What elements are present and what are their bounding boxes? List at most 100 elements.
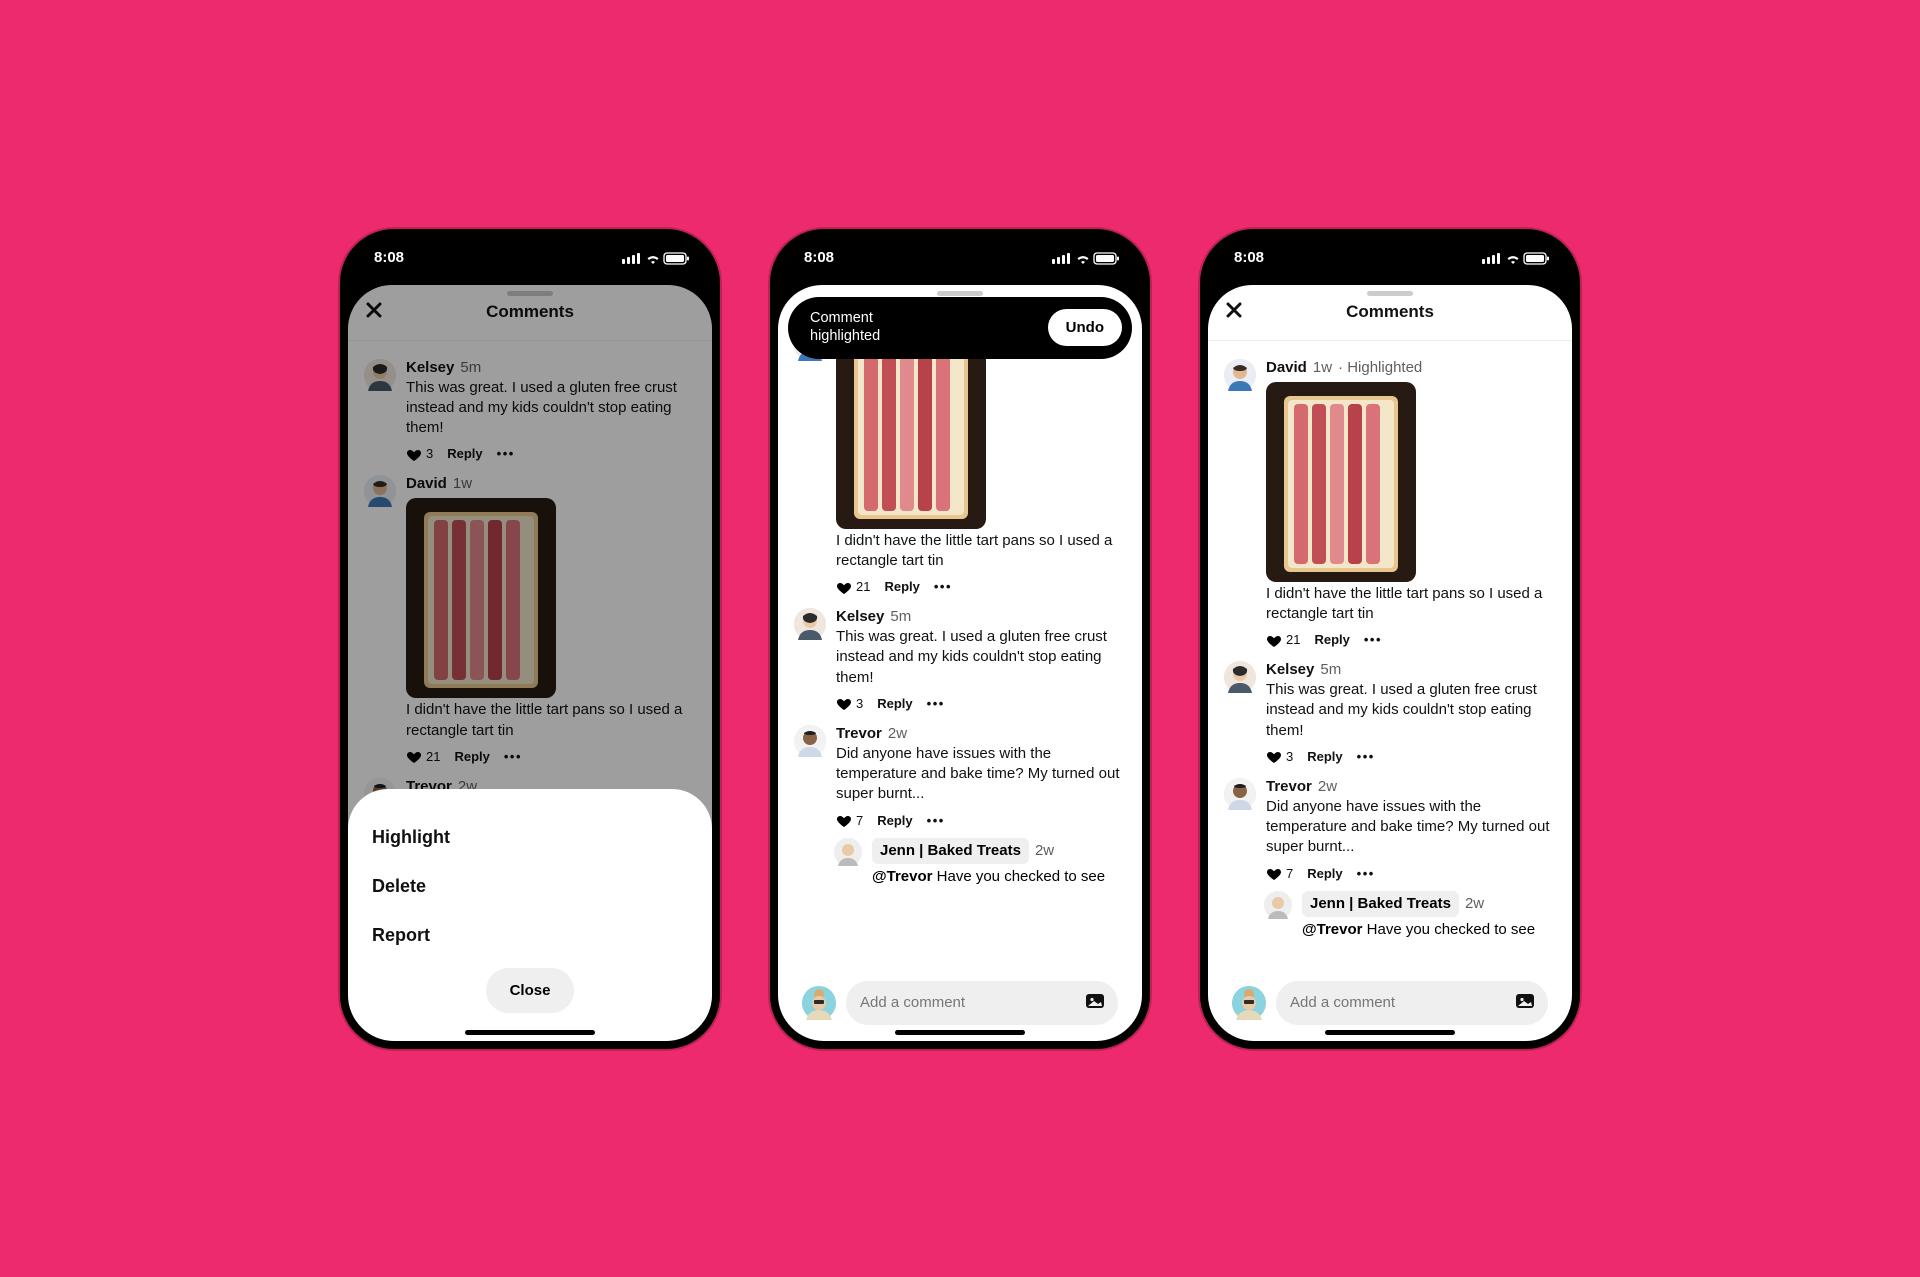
- comment-image[interactable]: [836, 329, 986, 529]
- app-screen: Comments Kelsey5m This was great. I used…: [348, 285, 712, 1041]
- home-indicator[interactable]: [465, 1030, 595, 1035]
- like-count: 21: [856, 579, 870, 594]
- app-screen: Comments David 1w · Highlighted I didn't…: [1208, 285, 1572, 1041]
- comment-image[interactable]: [1266, 382, 1416, 582]
- comment-author[interactable]: Trevor: [836, 725, 882, 742]
- comment-time: 1w: [1313, 359, 1332, 376]
- reply-mention[interactable]: @Trevor: [872, 868, 932, 885]
- reply-button[interactable]: Reply: [877, 813, 912, 828]
- avatar[interactable]: [1224, 778, 1256, 810]
- avatar[interactable]: [1264, 891, 1292, 919]
- home-indicator[interactable]: [1325, 1030, 1455, 1035]
- avatar[interactable]: [834, 838, 862, 866]
- like-button[interactable]: 21: [1266, 632, 1300, 647]
- phone-screen-1: 8:08 Comments Kelsey5m This was great. I…: [340, 229, 720, 1049]
- reply-time: 2w: [1465, 895, 1484, 912]
- more-icon[interactable]: •••: [934, 579, 952, 594]
- avatar[interactable]: [1224, 359, 1256, 391]
- avatar[interactable]: [794, 725, 826, 757]
- sheet-item-report[interactable]: Report: [372, 911, 688, 960]
- status-time: 8:08: [804, 249, 834, 266]
- comments-list[interactable]: I didn't have the little tart pans so I …: [778, 285, 1142, 1008]
- avatar[interactable]: [802, 986, 836, 1020]
- reply-author[interactable]: Jenn | Baked Treats: [872, 838, 1029, 864]
- comment-text: I didn't have the little tart pans so I …: [836, 531, 1126, 572]
- reply-button[interactable]: Reply: [1307, 749, 1342, 764]
- action-sheet: Highlight Delete Report Close: [348, 789, 712, 1041]
- image-upload-icon[interactable]: [1086, 993, 1104, 1013]
- reply-button[interactable]: Reply: [877, 696, 912, 711]
- reply-time: 2w: [1035, 842, 1054, 859]
- like-count: 7: [856, 813, 863, 828]
- comment-reply-item[interactable]: Jenn | Baked Treats 2w @Trevor Have you c…: [834, 838, 1126, 888]
- like-button[interactable]: 3: [836, 696, 863, 711]
- reply-button[interactable]: Reply: [884, 579, 919, 594]
- toast: Comment highlighted Undo: [788, 297, 1132, 359]
- comment-item[interactable]: Kelsey5m This was great. I used a gluten…: [1208, 651, 1572, 768]
- comment-text: This was great. I used a gluten free cru…: [836, 627, 1126, 688]
- comment-text: Did anyone have issues with the temperat…: [836, 744, 1126, 805]
- toast-message: Comment highlighted: [810, 310, 880, 345]
- comment-input-bar: Add a comment: [1216, 981, 1564, 1025]
- like-button[interactable]: 3: [1266, 749, 1293, 764]
- more-icon[interactable]: •••: [1364, 632, 1382, 647]
- like-button[interactable]: 21: [836, 579, 870, 594]
- comment-text: Did anyone have issues with the temperat…: [1266, 797, 1556, 858]
- like-count: 21: [1286, 632, 1300, 647]
- comment-reply-item[interactable]: Jenn | Baked Treats 2w @Trevor Have you c…: [1264, 891, 1556, 941]
- comment-input[interactable]: Add a comment: [846, 981, 1118, 1025]
- comment-time: 5m: [1320, 661, 1341, 678]
- reply-button[interactable]: Reply: [1307, 866, 1342, 881]
- image-upload-icon[interactable]: [1516, 993, 1534, 1013]
- comment-author[interactable]: Kelsey: [836, 608, 884, 625]
- like-button[interactable]: 7: [836, 813, 863, 828]
- comment-item[interactable]: I didn't have the little tart pans so I …: [778, 329, 1142, 599]
- more-icon[interactable]: •••: [1357, 749, 1375, 764]
- reply-button[interactable]: Reply: [1314, 632, 1349, 647]
- more-icon[interactable]: •••: [927, 696, 945, 711]
- reply-author[interactable]: Jenn | Baked Treats: [1302, 891, 1459, 917]
- avatar[interactable]: [1232, 986, 1266, 1020]
- sheet-item-highlight[interactable]: Highlight: [372, 813, 688, 862]
- comment-item[interactable]: Trevor 2w Did anyone have issues with the…: [778, 715, 1142, 832]
- comment-input-bar: Add a comment: [786, 981, 1134, 1025]
- like-button[interactable]: 7: [1266, 866, 1293, 881]
- status-time: 8:08: [374, 249, 404, 266]
- status-indicators: [622, 250, 692, 266]
- undo-button[interactable]: Undo: [1048, 309, 1122, 346]
- status-bar: 8:08: [1200, 229, 1580, 279]
- input-placeholder: Add a comment: [1290, 994, 1395, 1011]
- close-icon[interactable]: [1224, 300, 1248, 324]
- comment-author[interactable]: David: [1266, 359, 1307, 376]
- comment-item[interactable]: Kelsey 5m This was great. I used a gluten…: [778, 598, 1142, 715]
- reply-mention[interactable]: @Trevor: [1302, 921, 1362, 938]
- status-bar: 8:08: [340, 229, 720, 279]
- reply-text: Have you checked to see: [932, 868, 1105, 885]
- sheet-close-button[interactable]: Close: [486, 968, 575, 1013]
- comment-time: 2w: [888, 725, 907, 742]
- phone-screen-3: 8:08 Comments David 1w · Highlighted I d…: [1200, 229, 1580, 1049]
- reply-text: Have you checked to see: [1362, 921, 1535, 938]
- more-icon[interactable]: •••: [1357, 866, 1375, 881]
- comment-item[interactable]: David 1w · Highlighted I didn't have the…: [1208, 349, 1572, 652]
- comment-time: 5m: [890, 608, 911, 625]
- like-count: 3: [856, 696, 863, 711]
- status-indicators: [1052, 250, 1122, 266]
- home-indicator[interactable]: [895, 1030, 1025, 1035]
- phone-screen-2: 8:08 I didn't have the little tart pans …: [770, 229, 1150, 1049]
- sheet-grabber[interactable]: [937, 291, 983, 296]
- comment-input[interactable]: Add a comment: [1276, 981, 1548, 1025]
- more-icon[interactable]: •••: [927, 813, 945, 828]
- comment-author[interactable]: Trevor: [1266, 778, 1312, 795]
- avatar[interactable]: [1224, 661, 1256, 693]
- sheet-item-delete[interactable]: Delete: [372, 862, 688, 911]
- avatar[interactable]: [794, 608, 826, 640]
- comment-item[interactable]: Trevor2w Did anyone have issues with the…: [1208, 768, 1572, 885]
- input-placeholder: Add a comment: [860, 994, 965, 1011]
- like-count: 3: [1286, 749, 1293, 764]
- comments-list[interactable]: David 1w · Highlighted I didn't have the…: [1208, 341, 1572, 1041]
- status-indicators: [1482, 250, 1552, 266]
- comment-author[interactable]: Kelsey: [1266, 661, 1314, 678]
- app-screen: I didn't have the little tart pans so I …: [778, 285, 1142, 1041]
- comment-text: I didn't have the little tart pans so I …: [1266, 584, 1556, 625]
